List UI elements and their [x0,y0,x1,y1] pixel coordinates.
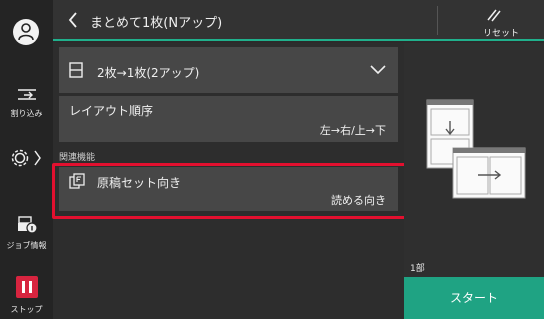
stop-label: ストップ [10,305,43,314]
reset-label: リセット [482,29,519,39]
start-button[interactable]: スタート [404,277,544,319]
nup-select[interactable]: 2枚→1枚(2アップ) [59,47,398,93]
stop-button[interactable]: ストップ [0,276,53,315]
layout-order-label: レイアウト順序 [69,104,154,118]
header-bar: まとめて1枚(Nアップ) リセット [53,0,544,41]
chevron-down-icon [370,65,386,75]
job-info-label: ジョブ情報 [6,241,47,250]
page-title: まとめて1枚(Nアップ) [90,16,223,31]
interrupt-label: 割り込み [10,109,43,118]
highlight-frame [52,163,411,219]
user-icon [18,23,34,41]
back-chevron-icon[interactable] [67,11,79,29]
reset-button[interactable]: リセット [458,0,544,41]
layout-order-setting[interactable]: レイアウト順序 左→右/上→下 [59,96,398,142]
header-divider [437,6,438,35]
copies-count: 1部 [410,264,425,274]
layout-preview-image [426,99,526,199]
reset-icon [487,9,501,22]
gear-icon [11,149,41,167]
interrupt-icon [17,89,36,100]
preview-panel: 1部 [404,43,544,277]
related-section-label: 関連機能 [59,153,96,163]
job-info-button[interactable]: ジョブ情報 [0,214,53,251]
user-avatar[interactable] [13,19,39,45]
printer-info-icon [17,216,38,234]
interrupt-button[interactable]: 割り込み [0,86,53,119]
left-sidebar: 割り込み ジョブ情報 ストップ [0,0,53,319]
layout-order-value: 左→右/上→下 [319,124,386,137]
settings-expand-button[interactable] [0,148,53,172]
pause-icon [15,276,38,298]
single-page-icon [69,62,83,78]
nup-select-value: 2枚→1枚(2アップ) [97,66,200,80]
